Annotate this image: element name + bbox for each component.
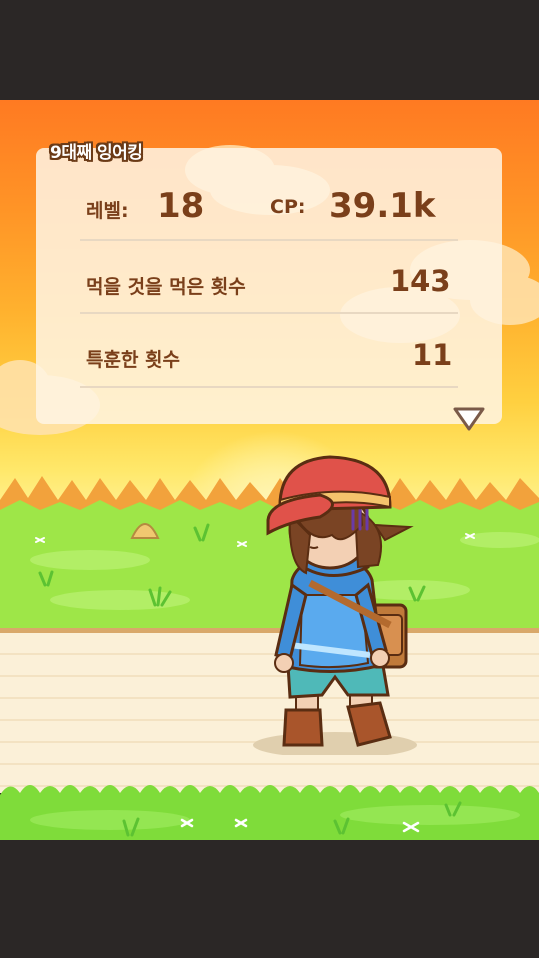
front-grass <box>0 785 539 840</box>
trainer-character <box>253 455 417 755</box>
cp-label: CP: <box>270 196 306 218</box>
pokemon-nickname: 9대째 잉어킹 <box>50 143 143 163</box>
cp-value: 39.1k <box>329 186 436 226</box>
training-count-value: 11 <box>412 338 453 372</box>
divider <box>80 386 458 388</box>
triangle-down-icon[interactable] <box>452 406 486 432</box>
letterbox-bottom <box>0 840 539 958</box>
divider <box>80 239 458 241</box>
eaten-count-label: 먹을 것을 먹은 횟수 <box>86 276 246 298</box>
level-value: 18 <box>157 186 205 226</box>
level-label: 레벨: <box>86 200 129 222</box>
training-count-label: 특훈한 횟수 <box>86 349 181 371</box>
letterbox-top <box>0 0 539 100</box>
divider <box>80 312 458 314</box>
game-scene: 9대째 잉어킹 레벨: 18 CP: 39.1k 먹을 것을 먹은 횟수 143… <box>0 100 539 840</box>
eaten-count-value: 143 <box>390 264 451 298</box>
game-screen: 9대째 잉어킹 레벨: 18 CP: 39.1k 먹을 것을 먹은 횟수 143… <box>0 0 539 958</box>
